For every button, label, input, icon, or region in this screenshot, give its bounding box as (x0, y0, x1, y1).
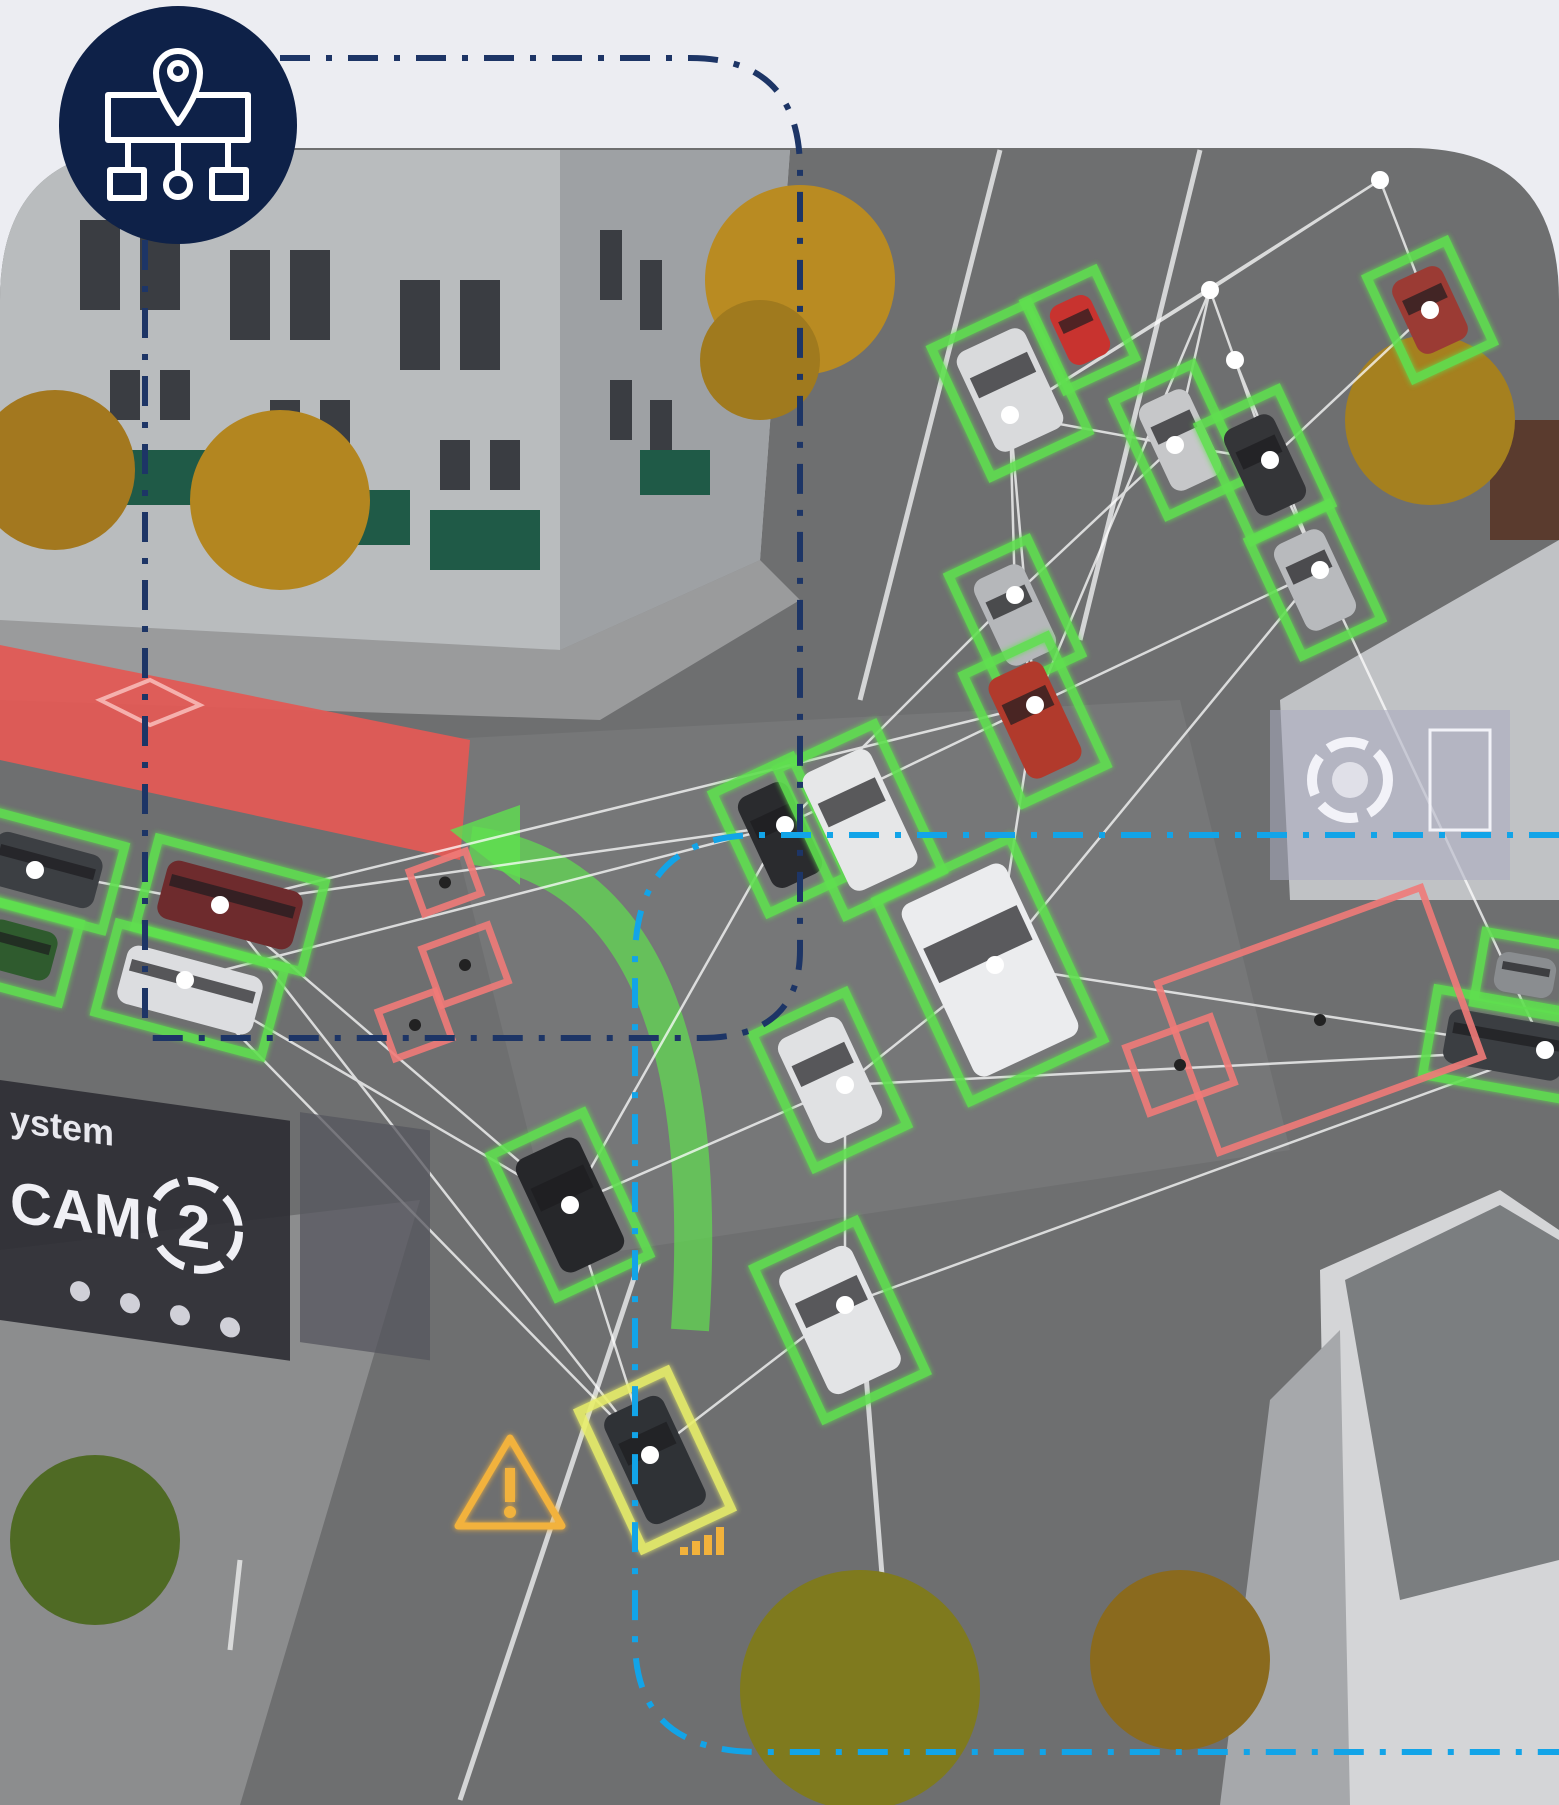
tree (740, 1570, 980, 1805)
location-network-icon-badge (59, 6, 297, 244)
network-node (776, 816, 794, 834)
network-node (1311, 561, 1329, 579)
network-node (1421, 301, 1439, 319)
gear-ring-icon (1270, 710, 1510, 880)
network-node (836, 1296, 854, 1314)
network-node (1006, 586, 1024, 604)
page: ystem CAM 2 (0, 0, 1559, 1805)
network-node (1201, 281, 1219, 299)
tree (1345, 335, 1515, 505)
network-node (176, 971, 194, 989)
traffic-scene: ystem CAM 2 (0, 6, 1559, 1805)
network-node (1026, 696, 1044, 714)
tree (10, 1455, 180, 1625)
network-node (211, 896, 229, 914)
network-node (26, 861, 44, 879)
network-node (1166, 436, 1184, 454)
network-node (1371, 171, 1389, 189)
network-node (1261, 451, 1279, 469)
network-node (986, 956, 1004, 974)
tree (1090, 1570, 1270, 1750)
network-node (561, 1196, 579, 1214)
network-node (1001, 406, 1019, 424)
network-node (1226, 351, 1244, 369)
tree (190, 410, 370, 590)
camera-number: 2 (177, 1190, 210, 1262)
network-node (1536, 1041, 1554, 1059)
network-node (836, 1076, 854, 1094)
aerial-photo: ystem CAM 2 (0, 148, 1559, 1805)
network-node (641, 1446, 659, 1464)
